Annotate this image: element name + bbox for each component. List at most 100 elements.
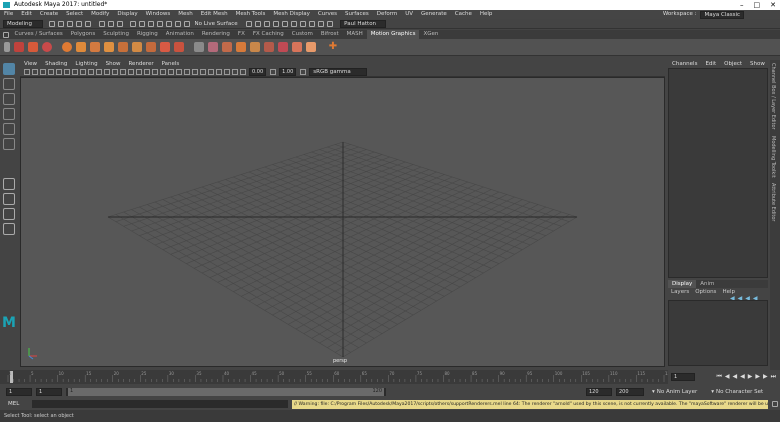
field-chart-icon[interactable] xyxy=(104,69,110,75)
mash-offset-icon[interactable] xyxy=(222,42,232,52)
select-tool-icon[interactable] xyxy=(3,63,15,75)
layout-four-icon[interactable] xyxy=(3,193,15,205)
menu-modify[interactable]: Modify xyxy=(87,10,113,19)
svg-tool-icon[interactable] xyxy=(42,42,52,52)
mash-trails-icon[interactable] xyxy=(264,42,274,52)
snap-grid-icon[interactable] xyxy=(130,20,136,27)
shelf-tab-xgen[interactable]: XGen xyxy=(419,30,442,39)
menu-cache[interactable]: Cache xyxy=(451,10,476,19)
redo-icon[interactable] xyxy=(85,20,91,27)
vp-menu-renderer[interactable]: Renderer xyxy=(124,60,157,68)
color-management-icon[interactable] xyxy=(300,69,307,75)
anim-layer-icon[interactable]: ▾ xyxy=(652,389,655,395)
playback-start-field[interactable]: 1 xyxy=(36,387,62,396)
play-forwards-icon[interactable]: ▶ xyxy=(748,373,753,381)
vp-menu-shading[interactable]: Shading xyxy=(41,60,71,68)
mash-curve-icon[interactable] xyxy=(160,42,170,52)
tab-attribute-editor[interactable]: Attribute Editor xyxy=(770,180,776,224)
menu-file[interactable]: File xyxy=(0,10,17,19)
step-back-key-icon[interactable]: ◀ xyxy=(725,373,730,381)
x-ray-active-icon[interactable] xyxy=(224,69,230,75)
x-ray-icon[interactable] xyxy=(216,69,222,75)
menu-mesh-tools[interactable]: Mesh Tools xyxy=(232,10,270,19)
light-editor-icon[interactable] xyxy=(308,20,315,27)
menu-create[interactable]: Create xyxy=(36,10,62,19)
paint-select-tool-icon[interactable] xyxy=(3,93,15,105)
vp-menu-view[interactable]: View xyxy=(20,60,41,68)
render-setup-icon[interactable] xyxy=(299,20,306,27)
mash-cube-icon[interactable] xyxy=(104,42,114,52)
screen-space-ao-icon[interactable] xyxy=(176,69,182,75)
smooth-shade-icon[interactable] xyxy=(136,69,142,75)
textured-icon[interactable] xyxy=(152,69,158,75)
move-tool-icon[interactable] xyxy=(3,108,15,120)
shelf-tab-fx-caching[interactable]: FX Caching xyxy=(249,30,288,39)
mash-grid-icon[interactable] xyxy=(118,42,128,52)
select-camera-icon[interactable] xyxy=(24,69,30,75)
shelf-tab-fx[interactable]: FX xyxy=(234,30,249,39)
live-surface-icon[interactable] xyxy=(184,20,190,27)
mash-flight-icon[interactable] xyxy=(292,42,302,52)
menu-mesh-display[interactable]: Mesh Display xyxy=(269,10,314,19)
character-set-label[interactable]: No Character Set xyxy=(716,389,763,395)
shelf-tab-polygons[interactable]: Polygons xyxy=(67,30,99,39)
gamma-icon[interactable] xyxy=(270,69,277,75)
go-to-end-icon[interactable]: ⏭ xyxy=(771,373,776,381)
vp-menu-panels[interactable]: Panels xyxy=(158,60,184,68)
vp-menu-lighting[interactable]: Lighting xyxy=(71,60,101,68)
workspace-dropdown[interactable]: Maya Classic xyxy=(700,10,744,19)
shelf-tab-motion-graphics[interactable]: Motion Graphics xyxy=(366,30,420,39)
layout-persp-outliner-icon[interactable] xyxy=(3,208,15,220)
range-slider-bar[interactable] xyxy=(68,387,384,396)
mash-random-icon[interactable] xyxy=(236,42,246,52)
shelf-tab-bifrost[interactable]: Bifrost xyxy=(317,30,343,39)
text-tool-icon[interactable] xyxy=(28,42,38,52)
render-settings-icon[interactable] xyxy=(281,20,288,27)
script-language-label[interactable]: MEL xyxy=(8,401,30,407)
mash-network-icon[interactable] xyxy=(62,42,72,52)
maximize-button[interactable]: □ xyxy=(754,0,761,10)
anti-aliasing-icon[interactable] xyxy=(192,69,198,75)
add-shelf-item-icon[interactable]: ✚ xyxy=(328,42,338,52)
isolate-select-icon[interactable] xyxy=(208,69,214,75)
snap-point-icon[interactable] xyxy=(148,20,154,27)
shelf-tab-custom[interactable]: Custom xyxy=(288,30,317,39)
cb-menu-edit[interactable]: Edit xyxy=(701,60,720,68)
film-gate-icon[interactable] xyxy=(80,69,86,75)
close-button[interactable]: ✕ xyxy=(770,0,776,10)
shadows-icon[interactable] xyxy=(168,69,174,75)
select-component-icon[interactable] xyxy=(116,20,123,27)
new-scene-icon[interactable] xyxy=(49,20,55,27)
tab-modelling-toolkit[interactable]: Modelling Toolkit xyxy=(770,133,776,181)
command-input[interactable] xyxy=(32,400,288,408)
scale-tool-icon[interactable] xyxy=(3,138,15,150)
current-frame-field[interactable]: 1 xyxy=(671,373,695,381)
depth-of-field-icon[interactable] xyxy=(200,69,206,75)
save-scene-icon[interactable] xyxy=(67,20,73,27)
step-back-frame-icon[interactable]: ◀ xyxy=(732,373,737,381)
mash-time-icon[interactable] xyxy=(250,42,260,52)
mash-distribute-icon[interactable] xyxy=(90,42,100,52)
lasso-tool-icon[interactable] xyxy=(3,78,15,90)
layer-menu-layers[interactable]: Layers xyxy=(668,289,692,295)
menu-uv[interactable]: UV xyxy=(401,10,417,19)
cb-menu-show[interactable]: Show xyxy=(746,60,769,68)
start-time-field[interactable]: 1 xyxy=(6,387,32,396)
vp-menu-show[interactable]: Show xyxy=(102,60,125,68)
cb-menu-object[interactable]: Object xyxy=(720,60,746,68)
shelf-tab-rigging[interactable]: Rigging xyxy=(133,30,162,39)
shelf-gear-icon[interactable] xyxy=(3,31,9,38)
wireframe-on-shaded-icon[interactable] xyxy=(144,69,150,75)
safe-action-icon[interactable] xyxy=(112,69,118,75)
undo-icon[interactable] xyxy=(76,20,82,27)
2d-pan-zoom-icon[interactable] xyxy=(56,69,62,75)
menu-generate[interactable]: Generate xyxy=(417,10,451,19)
menu-mesh[interactable]: Mesh xyxy=(174,10,196,19)
layer-menu-options[interactable]: Options xyxy=(692,289,719,295)
select-hierarchy-icon[interactable] xyxy=(98,20,105,27)
shelf-tab-mash[interactable]: MASH xyxy=(343,30,367,39)
rotate-tool-icon[interactable] xyxy=(3,123,15,135)
tab-channel-box[interactable]: Channel Box / Layer Editor xyxy=(770,60,776,133)
mash-color-icon[interactable] xyxy=(208,42,218,52)
perspective-viewport[interactable]: persp xyxy=(20,77,665,367)
